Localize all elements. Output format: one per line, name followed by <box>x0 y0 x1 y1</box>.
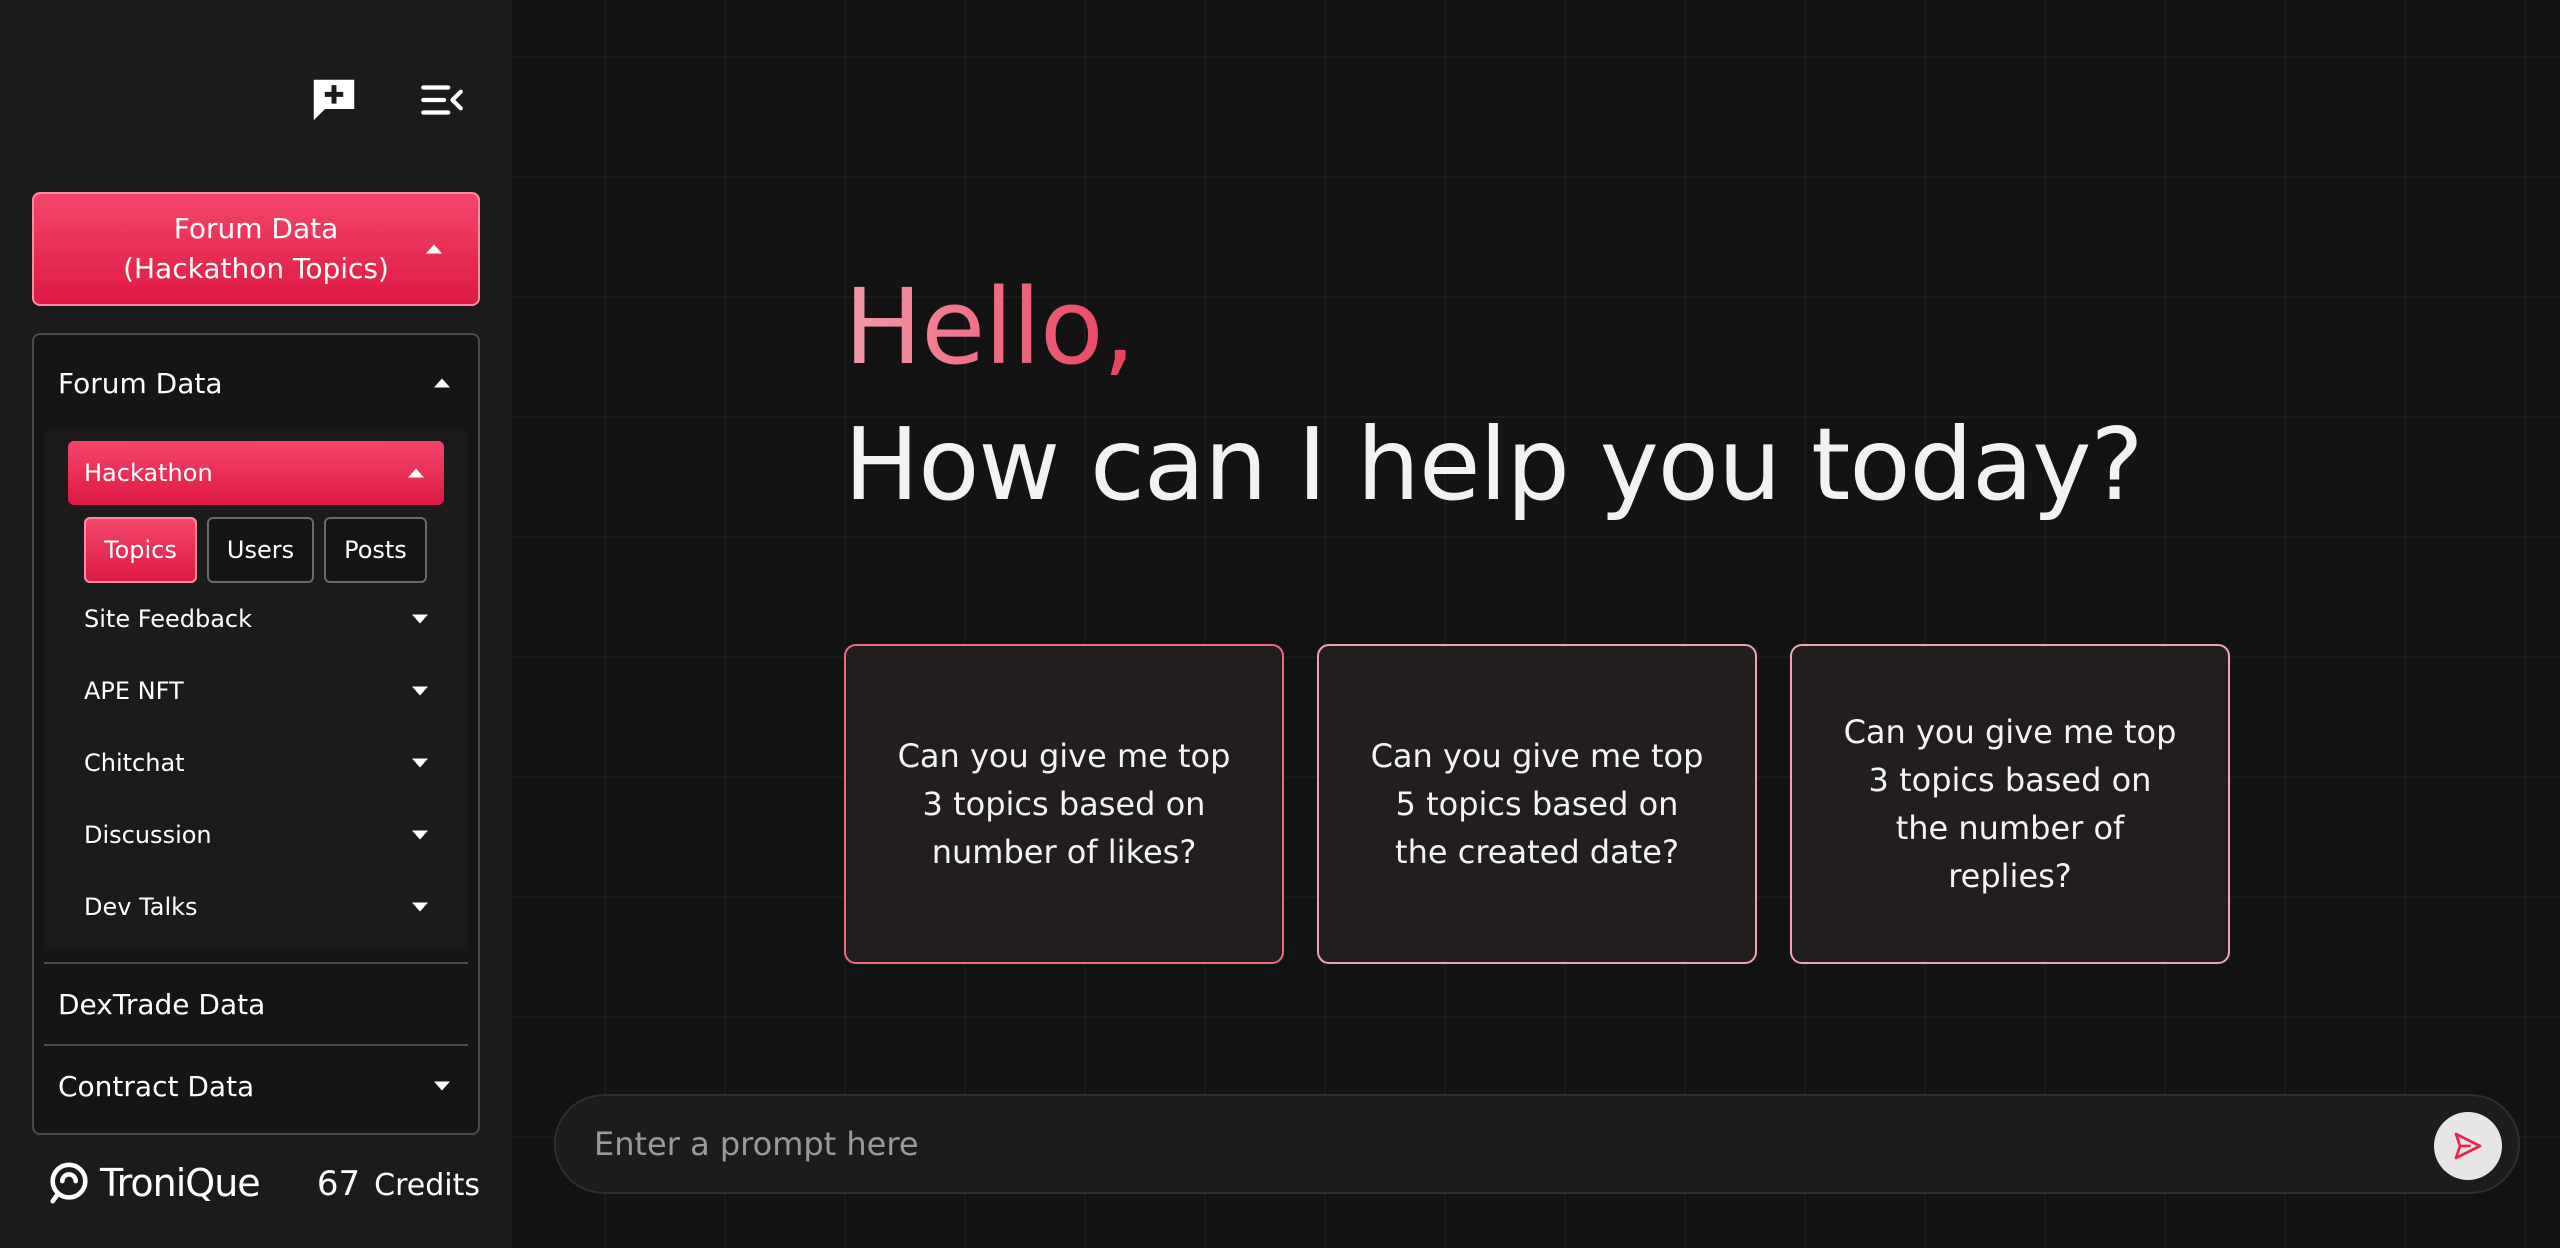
section-contract-data[interactable]: Contract Data <box>34 1046 478 1126</box>
headline: How can I help you today? <box>844 406 2144 523</box>
credits-label: Credits <box>374 1168 480 1203</box>
table-chips: Topics Users Posts <box>84 517 427 583</box>
suggestion-card[interactable]: Can you give me top 5 topics based on th… <box>1317 644 1757 964</box>
greeting: Hello, <box>844 262 1136 392</box>
category-hackathon[interactable]: Hackathon <box>68 441 444 505</box>
send-icon <box>2454 1132 2482 1160</box>
tree-header-label: Forum Data <box>58 366 223 400</box>
data-tree: Forum Data Hackathon Topics Users Posts … <box>32 333 480 1135</box>
credits-value: 67 <box>316 1164 361 1204</box>
brand: TroniQue <box>46 1160 261 1206</box>
database-selector-label: Forum Data (Hackathon Topics) <box>123 212 389 285</box>
main-area: Hello, How can I help you today? Can you… <box>512 0 2560 1248</box>
collapse-sidebar-button[interactable] <box>410 68 474 132</box>
category-label: Dev Talks <box>84 893 198 921</box>
prompt-input[interactable] <box>594 1096 2394 1192</box>
category-chitchat[interactable]: Chitchat <box>84 733 444 793</box>
send-button[interactable] <box>2434 1112 2502 1180</box>
brand-name: TroniQue <box>100 1161 261 1205</box>
category-label: Hackathon <box>84 459 213 487</box>
category-site-feedback[interactable]: Site Feedback <box>84 589 444 649</box>
collapse-sidebar-icon <box>421 85 463 115</box>
caret-down-icon <box>412 902 428 912</box>
forum-data-panel: Hackathon Topics Users Posts Site Feedba… <box>44 431 468 951</box>
caret-up-icon <box>426 244 442 254</box>
category-ape-nft[interactable]: APE NFT <box>84 661 444 721</box>
section-dextrade-data[interactable]: DexTrade Data <box>34 964 478 1044</box>
caret-up-icon <box>434 378 450 388</box>
category-label: Discussion <box>84 821 212 849</box>
caret-down-icon <box>434 1081 450 1091</box>
category-label: Chitchat <box>84 749 185 777</box>
category-discussion[interactable]: Discussion <box>84 805 444 865</box>
brand-logo-icon <box>50 1162 88 1204</box>
chip-users[interactable]: Users <box>206 517 315 583</box>
caret-down-icon <box>412 830 428 840</box>
section-label: DexTrade Data <box>58 987 266 1021</box>
chip-topics[interactable]: Topics <box>84 517 197 583</box>
caret-down-icon <box>412 614 428 624</box>
caret-down-icon <box>412 686 428 696</box>
prompt-bar <box>554 1094 2520 1194</box>
tree-header-forum-data[interactable]: Forum Data <box>34 335 478 431</box>
category-label: APE NFT <box>84 677 184 705</box>
section-label: Contract Data <box>58 1069 255 1103</box>
credits: 67 Credits <box>317 1164 480 1204</box>
suggestion-card[interactable]: Can you give me top 3 topics based on th… <box>1790 644 2230 964</box>
category-label: Site Feedback <box>84 605 252 633</box>
caret-down-icon <box>412 758 428 768</box>
database-selector[interactable]: Forum Data (Hackathon Topics) <box>32 192 480 306</box>
new-chat-icon <box>313 79 355 121</box>
caret-up-icon <box>408 468 424 478</box>
sidebar: Forum Data (Hackathon Topics) Forum Data… <box>0 0 512 1248</box>
chip-posts[interactable]: Posts <box>324 517 427 583</box>
app: Forum Data (Hackathon Topics) Forum Data… <box>0 0 2560 1248</box>
suggestion-card[interactable]: Can you give me top 3 topics based on nu… <box>844 644 1284 964</box>
new-chat-button[interactable] <box>302 68 366 132</box>
category-dev-talks[interactable]: Dev Talks <box>84 877 444 937</box>
